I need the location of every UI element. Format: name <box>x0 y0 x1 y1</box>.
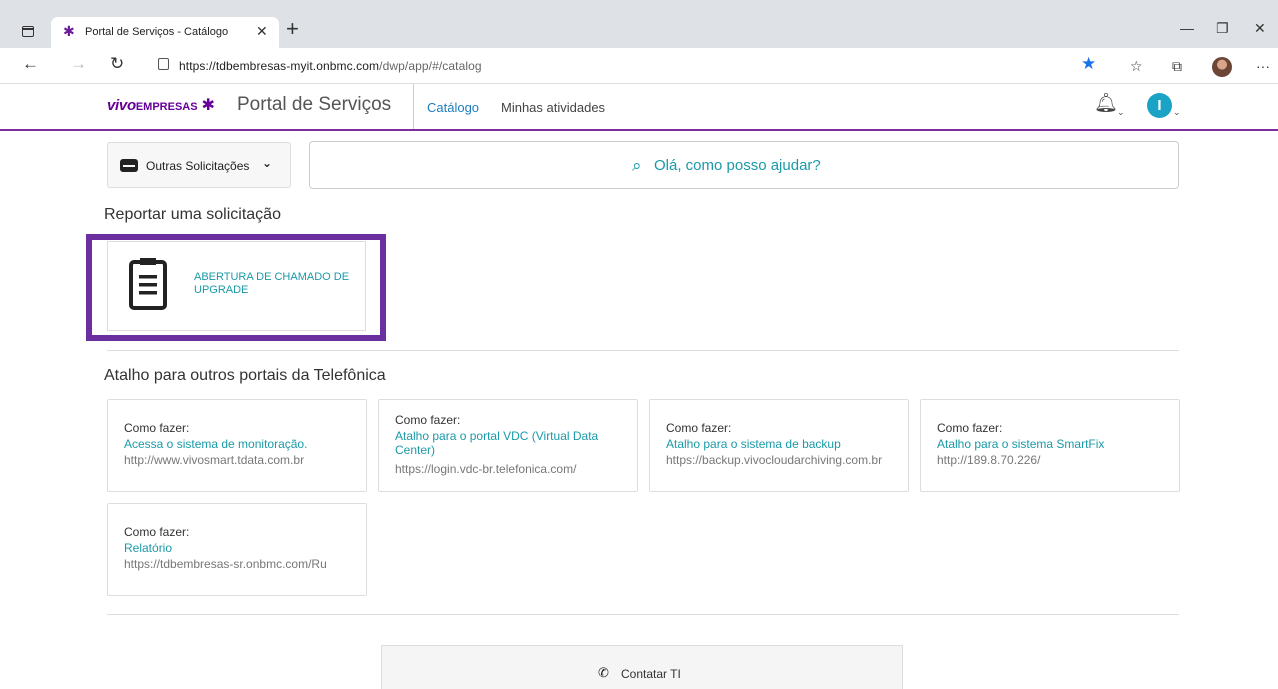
dropdown-label: Outras Solicitações <box>146 159 250 173</box>
close-tab-icon[interactable]: ✕ <box>256 23 268 40</box>
tab-actions-icon[interactable] <box>22 26 34 37</box>
divider <box>107 614 1179 615</box>
shortcut-card[interactable]: Como fazer: Acessa o sistema de monitora… <box>107 399 367 492</box>
url-field[interactable]: https://tdbembresas-myit.onbmc.com/dwp/a… <box>148 51 1220 79</box>
search-input[interactable]: ⌕ Olá, como posso ajudar? <box>309 141 1179 189</box>
card-url: https://tdbembresas-sr.onbmc.com/Ru <box>124 557 364 571</box>
lock-icon[interactable] <box>158 58 169 70</box>
card-heading: Como fazer: <box>124 421 190 435</box>
shortcut-card[interactable]: Como fazer: Relatório https://tdbembresa… <box>107 503 367 596</box>
tab-title: Portal de Serviços - Catálogo <box>85 26 229 38</box>
clipboard-icon <box>129 258 167 310</box>
favorites-icon[interactable]: ☆ <box>1130 58 1143 75</box>
card-title-link[interactable]: Relatório <box>124 541 359 555</box>
new-tab-icon[interactable]: + <box>286 16 299 42</box>
favorite-star-icon[interactable]: ★ <box>1081 54 1096 74</box>
upgrade-request-card[interactable]: ABERTURA DE CHAMADO DE UPGRADE <box>107 241 366 331</box>
notifications-bell-icon[interactable]: 🔔︎ <box>1094 91 1118 115</box>
search-icon: ⌕ <box>632 156 642 175</box>
refresh-icon[interactable]: ↻ <box>110 54 124 74</box>
vivo-symbol-icon: ✱ <box>201 97 215 114</box>
drawer-icon <box>120 159 138 172</box>
user-avatar[interactable]: I <box>1147 93 1172 118</box>
header-divider <box>413 84 414 129</box>
section-title-shortcuts: Atalho para outros portais da Telefônica <box>104 367 386 384</box>
phone-icon: ✆ <box>598 665 609 680</box>
section-title-report: Reportar uma solicitação <box>104 206 281 223</box>
more-icon[interactable]: ··· <box>1256 58 1270 74</box>
url-domain: https://tdbembresas-myit.onbmc.com <box>179 59 380 73</box>
upgrade-request-label: ABERTURA DE CHAMADO DE UPGRADE <box>194 271 350 296</box>
shortcut-card[interactable]: Como fazer: Atalho para o sistema SmartF… <box>920 399 1180 492</box>
nav-my-activities[interactable]: Minhas atividades <box>501 100 605 115</box>
card-heading: Como fazer: <box>666 421 732 435</box>
portal-title: Portal de Serviços <box>237 94 392 115</box>
contact-it-button[interactable]: ✆ Contatar TI <box>381 645 903 689</box>
card-url: http://189.8.70.226/ <box>937 453 1177 467</box>
collections-icon[interactable]: ⧉ <box>1172 58 1182 75</box>
restore-icon[interactable]: ❐ <box>1216 20 1229 37</box>
minimize-icon[interactable]: — <box>1180 20 1194 36</box>
nav-catalog[interactable]: Catálogo <box>427 100 479 115</box>
forward-icon[interactable]: → <box>70 54 87 74</box>
shortcut-card[interactable]: Como fazer: Atalho para o portal VDC (Vi… <box>378 399 638 492</box>
card-title-link[interactable]: Atalho para o portal VDC (Virtual Data C… <box>395 429 630 457</box>
favicon-icon: ✱ <box>63 23 75 39</box>
chevron-down-icon: ⌄ <box>1117 107 1125 117</box>
card-heading: Como fazer: <box>395 413 461 427</box>
browser-tab[interactable]: ✱ Portal de Serviços - Catálogo ✕ <box>51 17 279 48</box>
close-window-icon[interactable]: ✕ <box>1254 20 1266 37</box>
search-placeholder: Olá, como posso ajudar? <box>654 157 821 174</box>
card-title-link[interactable]: Acessa o sistema de monitoração. <box>124 437 359 451</box>
card-title-link[interactable]: Atalho para o sistema de backup <box>666 437 901 451</box>
chevron-down-icon: ⌄ <box>262 156 273 170</box>
card-url: http://www.vivosmart.tdata.com.br <box>124 453 364 467</box>
back-icon[interactable]: ← <box>22 54 39 74</box>
card-url: https://login.vdc-br.telefonica.com/ <box>395 462 635 476</box>
contact-it-label: Contatar TI <box>621 667 681 681</box>
card-heading: Como fazer: <box>937 421 1003 435</box>
card-url: https://backup.vivocloudarchiving.com.br <box>666 453 906 467</box>
browser-tab-bar: ✱ Portal de Serviços - Catálogo ✕ + — ❐ … <box>0 0 1278 48</box>
other-requests-dropdown[interactable]: Outras Solicitações ⌄ <box>107 142 291 188</box>
logo-vivo-text: vivo <box>107 97 136 114</box>
card-title-link[interactable]: Atalho para o sistema SmartFix <box>937 437 1172 451</box>
url-path: /dwp/app/#/catalog <box>379 59 482 73</box>
divider <box>107 350 1179 351</box>
logo-empresas-text: EMPRESAS <box>135 101 198 113</box>
vivo-empresas-logo[interactable]: vivoEMPRESAS ✱ <box>107 95 215 115</box>
address-bar: ← → ↻ https://tdbembresas-myit.onbmc.com… <box>0 48 1278 84</box>
card-heading: Como fazer: <box>124 525 190 539</box>
browser-profile-avatar[interactable] <box>1212 57 1232 77</box>
chevron-down-icon: ⌄ <box>1173 107 1181 117</box>
app-header: vivoEMPRESAS ✱ Portal de Serviços Catálo… <box>0 84 1278 131</box>
shortcut-card[interactable]: Como fazer: Atalho para o sistema de bac… <box>649 399 909 492</box>
